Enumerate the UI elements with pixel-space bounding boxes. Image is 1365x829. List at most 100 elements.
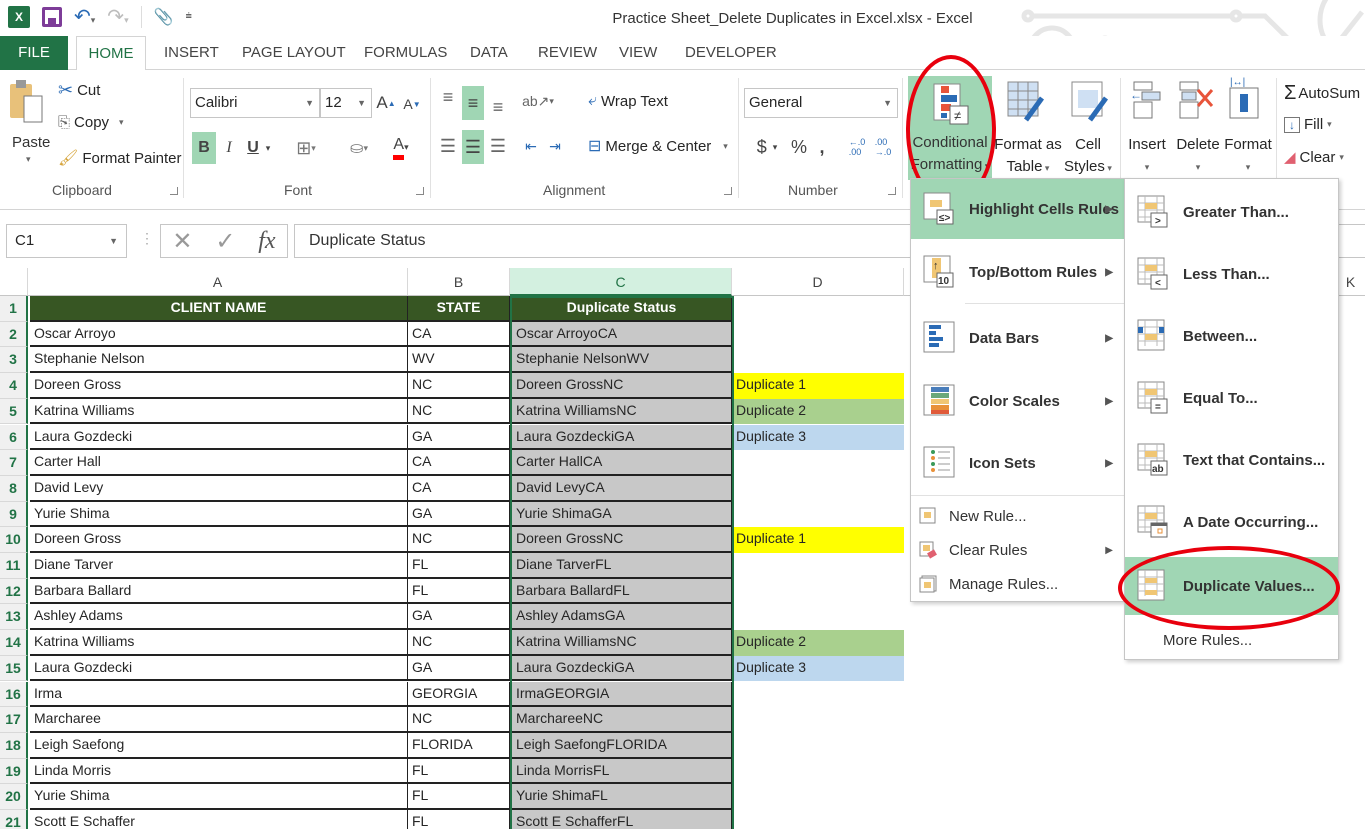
align-right-icon[interactable]: ☰ (488, 130, 508, 162)
cell-client-name[interactable]: Yurie Shima (30, 784, 408, 810)
cell-duplicate-status[interactable]: Laura GozdeckiGA (512, 424, 732, 451)
submenu-item-between[interactable]: Between... (1125, 307, 1338, 365)
italic-button[interactable]: I (220, 132, 238, 164)
cell-duplicate-status[interactable]: Barbara BallardFL (512, 578, 732, 605)
bold-button[interactable]: B (192, 132, 216, 164)
cell-duplicate-label[interactable]: Duplicate 3 (734, 424, 904, 451)
align-middle-icon[interactable]: ≡ (462, 86, 484, 120)
cell-client-name[interactable]: Stephanie Nelson (30, 347, 408, 374)
cell-client-name[interactable]: Scott E Schaffer (30, 810, 408, 829)
submenu-item-a-date-occurring[interactable]: A Date Occurring... (1125, 493, 1338, 551)
menu-item-icon-sets[interactable]: Icon Sets ▶ (911, 433, 1125, 493)
header-cell-client-name[interactable]: CLIENT NAME (30, 296, 408, 322)
cell-duplicate-status[interactable]: Yurie ShimaFL (512, 784, 732, 810)
column-header-d[interactable]: D (732, 268, 904, 296)
row-header[interactable]: 12 (0, 578, 28, 605)
cell-client-name[interactable]: Oscar Arroyo (30, 321, 408, 348)
cell-duplicate-label[interactable]: Duplicate 1 (734, 373, 904, 399)
cell-state[interactable]: FLORIDA (408, 732, 510, 759)
decrease-indent-icon[interactable]: ⇤ (520, 130, 542, 162)
menu-item-clear-rules[interactable]: Clear Rules ▶ (911, 535, 1125, 565)
cell-duplicate-status[interactable]: IrmaGEORGIA (512, 681, 732, 708)
cell-duplicate-status[interactable]: Scott E SchafferFL (512, 810, 732, 829)
cell-state[interactable]: GA (408, 655, 510, 682)
name-box[interactable]: C1 ▼ (6, 224, 127, 258)
cancel-icon[interactable]: ✕ (172, 227, 192, 256)
cell-duplicate-status[interactable]: MarchareeNC (512, 707, 732, 733)
cell-client-name[interactable]: Doreen Gross (30, 373, 408, 399)
cell-state[interactable]: FL (408, 810, 510, 829)
cell-duplicate-status[interactable]: Laura GozdeckiGA (512, 655, 732, 682)
copy-button[interactable]: ⎘ Copy ▾ (58, 114, 124, 131)
tab-review[interactable]: REVIEW (538, 36, 597, 70)
row-header[interactable]: 17 (0, 707, 28, 733)
cell-duplicate-status[interactable]: Doreen GrossNC (512, 527, 732, 553)
cell-duplicate-status[interactable]: Katrina WilliamsNC (512, 398, 732, 425)
fill-color-icon[interactable]: ⛀ ▾ (342, 132, 376, 164)
tab-home[interactable]: HOME (76, 36, 146, 71)
row-header[interactable]: 6 (0, 424, 28, 451)
align-left-icon[interactable]: ☰ (438, 130, 458, 162)
row-header[interactable]: 4 (0, 373, 28, 399)
cell-state[interactable]: FL (408, 784, 510, 810)
cell-client-name[interactable]: Barbara Ballard (30, 578, 408, 605)
decrease-font-icon[interactable]: A ▼ (402, 92, 422, 116)
cell-client-name[interactable]: Leigh Saefong (30, 732, 408, 759)
increase-decimal-icon[interactable]: ←.0.00 (846, 132, 868, 162)
cell-state[interactable]: NC (408, 630, 510, 656)
format-button[interactable]: Format ▾ (1222, 134, 1274, 178)
column-header-c[interactable]: C (510, 268, 732, 296)
tab-page-layout[interactable]: PAGE LAYOUT (242, 36, 346, 70)
cell-state[interactable]: GA (408, 501, 510, 528)
tab-formulas[interactable]: FORMULAS (364, 36, 447, 70)
cell-state[interactable]: CA (408, 475, 510, 502)
cell-duplicate-label[interactable]: Duplicate 3 (734, 655, 904, 682)
align-bottom-icon[interactable]: ≡ (488, 96, 508, 118)
cell-client-name[interactable]: Laura Gozdecki (30, 655, 408, 682)
cell-state[interactable]: GA (408, 604, 510, 631)
column-header-k[interactable]: K (1336, 268, 1365, 296)
number-launcher-icon[interactable] (888, 187, 896, 195)
cell-duplicate-status[interactable]: Doreen GrossNC (512, 373, 732, 399)
menu-item-more-rules[interactable]: More Rules... (1125, 625, 1338, 655)
tab-data[interactable]: DATA (470, 36, 508, 70)
cell-duplicate-status[interactable]: Katrina WilliamsNC (512, 630, 732, 656)
font-size-select[interactable]: 12 ▼ (320, 88, 372, 118)
clipboard-launcher-icon[interactable] (170, 187, 178, 195)
fill-button[interactable]: ↓ Fill ▾ (1284, 116, 1332, 133)
row-header[interactable]: 15 (0, 655, 28, 682)
cell-state[interactable]: FL (408, 578, 510, 605)
cell-state[interactable]: NC (408, 527, 510, 553)
cell-state[interactable]: CA (408, 450, 510, 476)
row-header[interactable]: 7 (0, 450, 28, 476)
row-header[interactable]: 8 (0, 475, 28, 502)
row-header[interactable]: 3 (0, 347, 28, 374)
cell-duplicate-label[interactable]: Duplicate 1 (734, 527, 904, 553)
cell-duplicate-label[interactable]: Duplicate 2 (734, 398, 904, 425)
wrap-text-button[interactable]: ⤶ Wrap Text (588, 92, 668, 110)
comma-button[interactable]: , (814, 132, 830, 162)
row-header[interactable]: 9 (0, 501, 28, 528)
cell-state[interactable]: GEORGIA (408, 681, 510, 708)
cell-state[interactable]: GA (408, 424, 510, 451)
cell-client-name[interactable]: Ashley Adams (30, 604, 408, 631)
column-header-a[interactable]: A (28, 268, 408, 296)
underline-dropdown-icon[interactable]: ▾ (262, 132, 274, 164)
cell-duplicate-status[interactable]: David LevyCA (512, 475, 732, 502)
header-cell-duplicate-status[interactable]: Duplicate Status (512, 296, 732, 322)
menu-item-top-bottom-rules[interactable]: ↑ 10 Top/Bottom Rules ▶ (911, 243, 1125, 301)
cell-client-name[interactable]: Yurie Shima (30, 501, 408, 528)
cell-state[interactable]: WV (408, 347, 510, 374)
submenu-item-duplicate-values[interactable]: Duplicate Values... (1125, 557, 1338, 615)
row-header[interactable]: 21 (0, 810, 28, 829)
row-header[interactable]: 13 (0, 604, 28, 631)
column-header-b[interactable]: B (408, 268, 510, 296)
number-format-select[interactable]: General ▼ (744, 88, 898, 118)
row-header[interactable]: 10 (0, 527, 28, 553)
cell-duplicate-status[interactable]: Leigh SaefongFLORIDA (512, 732, 732, 759)
cell-state[interactable]: CA (408, 321, 510, 348)
cell-state[interactable]: NC (408, 398, 510, 425)
copy-dropdown-icon[interactable]: ▾ (119, 117, 124, 128)
cell-duplicate-label[interactable]: Duplicate 2 (734, 630, 904, 656)
format-as-table-button[interactable]: Format as Table ▾ (994, 134, 1062, 179)
